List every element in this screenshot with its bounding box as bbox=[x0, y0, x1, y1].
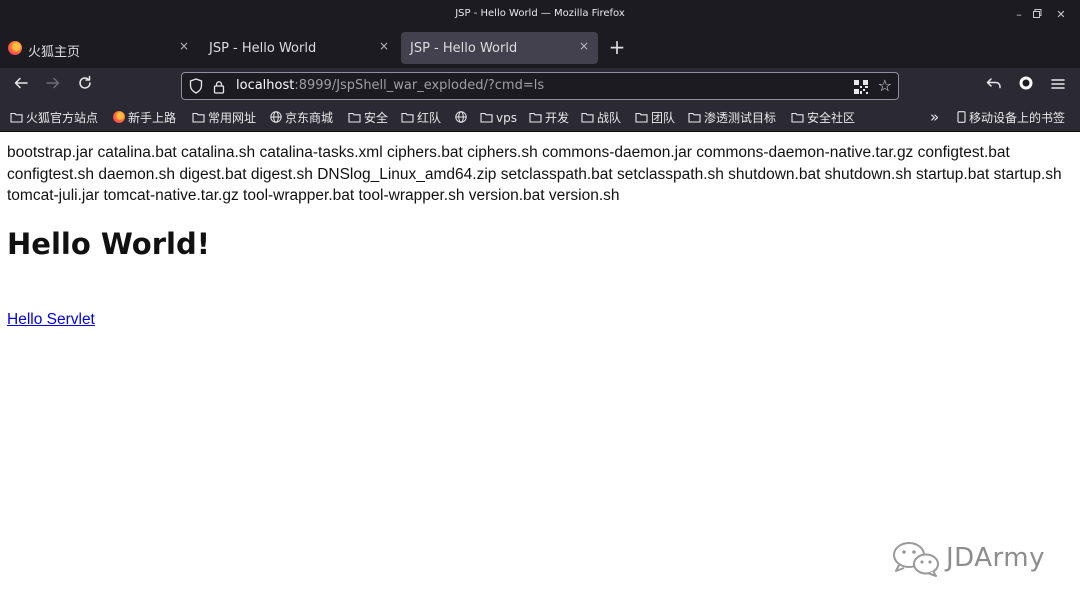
tab-close-icon[interactable]: × bbox=[179, 39, 189, 53]
forward-icon[interactable] bbox=[42, 75, 64, 97]
bookmark-label: 安全社区 bbox=[807, 111, 856, 125]
folder-icon bbox=[10, 112, 23, 123]
bookmark-star-icon[interactable]: ☆ bbox=[878, 76, 892, 95]
firefox-logo-icon bbox=[113, 111, 125, 123]
page-info-icon[interactable] bbox=[212, 79, 226, 94]
page-content: bootstrap.jar catalina.bat catalina.sh c… bbox=[0, 133, 1080, 608]
watermark-text: JDArmy bbox=[946, 543, 1045, 573]
window-title: JSP - Hello World — Mozilla Firefox bbox=[455, 8, 625, 19]
hello-servlet-link[interactable]: Hello Servlet bbox=[7, 311, 95, 329]
tab-firefox-home[interactable]: 火狐主页 × bbox=[0, 32, 198, 64]
close-window-icon[interactable]: ✕ bbox=[1052, 6, 1070, 24]
tab-close-icon[interactable]: × bbox=[379, 39, 389, 53]
bookmark-label: 开发 bbox=[545, 111, 570, 125]
bookmark-label: vps bbox=[496, 111, 517, 125]
folder-icon bbox=[348, 112, 361, 123]
folder-icon bbox=[480, 112, 493, 123]
bookmark-label: 京东商城 bbox=[285, 111, 334, 125]
account-icon[interactable] bbox=[1015, 75, 1037, 97]
bookmark-label: 移动设备上的书签 bbox=[969, 111, 1066, 125]
bookmark-item[interactable]: 红队 bbox=[401, 110, 441, 126]
reload-icon[interactable] bbox=[74, 75, 96, 97]
bookmark-label: 火狐官方站点 bbox=[26, 111, 99, 125]
bookmark-item[interactable]: 安全 bbox=[348, 110, 388, 126]
bookmark-item[interactable]: 战队 bbox=[581, 110, 621, 126]
bookmark-item[interactable]: 常用网址 bbox=[192, 110, 256, 126]
bookmark-label: 战队 bbox=[597, 111, 622, 125]
tab-jsp-hello-world[interactable]: JSP - Hello World × bbox=[200, 32, 398, 64]
bookmark-label: 团队 bbox=[651, 111, 676, 125]
firefox-logo-icon bbox=[8, 41, 22, 55]
mobile-device-icon bbox=[957, 111, 966, 123]
bookmark-label: 渗透测试目标 bbox=[704, 111, 777, 125]
bookmark-item[interactable]: 开发 bbox=[529, 110, 569, 126]
qr-code-icon[interactable] bbox=[854, 79, 868, 94]
tab-close-icon[interactable]: × bbox=[579, 39, 589, 53]
folder-icon bbox=[688, 112, 701, 123]
hamburger-menu-icon[interactable] bbox=[1047, 75, 1069, 97]
bookmark-item[interactable] bbox=[455, 110, 470, 126]
bookmark-item[interactable]: 京东商城 bbox=[270, 110, 333, 126]
url-host: localhost bbox=[236, 78, 295, 93]
tracking-protection-shield-icon[interactable] bbox=[189, 78, 203, 94]
navigation-toolbar: localhost:8999/JspShell_war_exploded/?cm… bbox=[0, 68, 1080, 104]
bookmark-item[interactable]: 团队 bbox=[635, 110, 675, 126]
url-bar[interactable]: localhost:8999/JspShell_war_exploded/?cm… bbox=[181, 72, 899, 100]
folder-icon bbox=[581, 112, 594, 123]
new-tab-button[interactable]: + bbox=[606, 37, 628, 59]
window-titlebar: JSP - Hello World — Mozilla Firefox – ✕ bbox=[0, 0, 1080, 30]
folder-icon bbox=[401, 112, 414, 123]
maximize-icon[interactable] bbox=[1028, 6, 1046, 24]
folder-icon bbox=[192, 112, 205, 123]
bookmark-item[interactable]: vps bbox=[480, 110, 517, 126]
page-heading: Hello World! bbox=[7, 227, 210, 261]
minimize-icon[interactable]: – bbox=[1010, 6, 1028, 24]
folder-icon bbox=[529, 112, 542, 123]
url-text[interactable]: localhost:8999/JspShell_war_exploded/?cm… bbox=[236, 78, 544, 93]
tab-jsp-hello-world-active[interactable]: JSP - Hello World × bbox=[401, 32, 598, 64]
globe-icon bbox=[455, 111, 467, 123]
folder-icon bbox=[635, 112, 648, 123]
bookmark-label: 常用网址 bbox=[208, 111, 257, 125]
bookmarks-overflow-chevron-icon[interactable]: » bbox=[930, 110, 939, 126]
bookmark-item[interactable]: 安全社区 bbox=[791, 110, 855, 126]
bookmark-label: 安全 bbox=[364, 111, 389, 125]
globe-icon bbox=[270, 111, 282, 123]
wechat-logo-icon bbox=[893, 542, 939, 577]
tab-label: 火狐主页 bbox=[28, 45, 81, 60]
bookmark-item[interactable]: 新手上路 bbox=[113, 110, 176, 126]
bookmark-label: 红队 bbox=[417, 111, 442, 125]
url-path: :8999/JspShell_war_exploded/?cmd=ls bbox=[294, 78, 545, 93]
tab-label: JSP - Hello World bbox=[209, 41, 317, 56]
bookmarks-toolbar: 火狐官方站点 新手上路 常用网址 京东商城 安全 红队 vps 开发 战队 团队… bbox=[0, 104, 1080, 132]
undo-icon[interactable] bbox=[983, 75, 1005, 97]
mobile-bookmarks[interactable]: 移动设备上的书签 bbox=[957, 110, 1065, 126]
bookmark-item[interactable]: 火狐官方站点 bbox=[10, 110, 98, 126]
bookmark-label: 新手上路 bbox=[128, 111, 177, 125]
wechat-watermark: JDArmy bbox=[891, 540, 1044, 578]
back-icon[interactable] bbox=[10, 75, 32, 97]
bookmark-item[interactable]: 渗透测试目标 bbox=[688, 110, 776, 126]
tab-label: JSP - Hello World bbox=[410, 41, 518, 56]
tab-strip: 火狐主页 × JSP - Hello World × JSP - Hello W… bbox=[0, 30, 1080, 68]
folder-icon bbox=[791, 112, 804, 123]
command-output-listing: bootstrap.jar catalina.bat catalina.sh c… bbox=[7, 144, 1062, 204]
